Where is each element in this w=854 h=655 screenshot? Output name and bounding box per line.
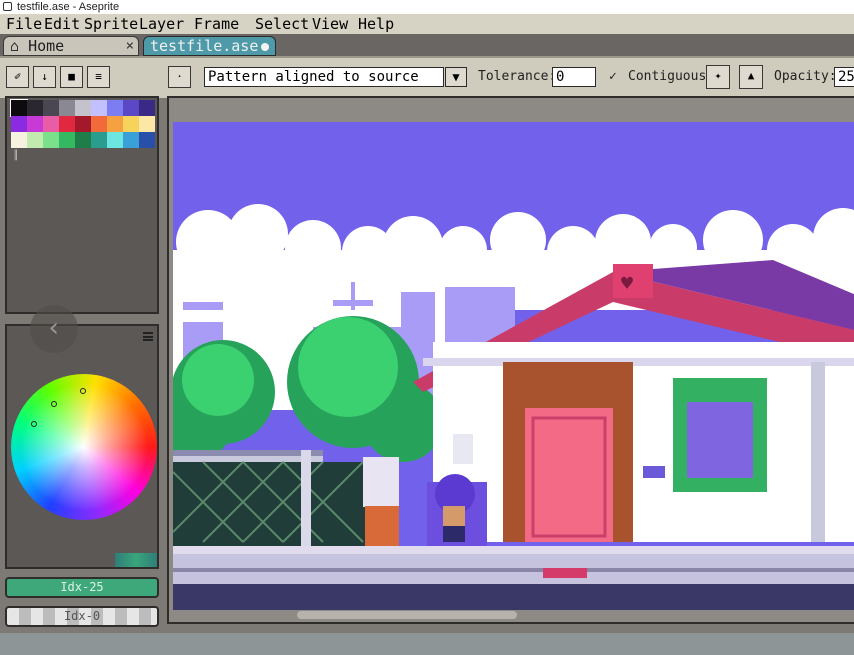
modified-dot-icon xyxy=(261,43,269,51)
palette-swatch[interactable] xyxy=(59,132,75,148)
palette-swatch[interactable] xyxy=(75,116,91,132)
foreground-color-button[interactable]: Idx-25 xyxy=(5,577,159,598)
pixel-art-illustration: ♥ xyxy=(173,122,854,610)
wheel-marker[interactable] xyxy=(51,401,57,407)
menu-select[interactable]: Select xyxy=(255,15,309,33)
chevron-down-icon[interactable]: ▼ xyxy=(445,67,467,87)
color-swatch-strip xyxy=(115,553,157,567)
svg-text:♥: ♥ xyxy=(621,271,633,295)
horizontal-scrollbar[interactable] xyxy=(297,611,517,619)
palette-swatch[interactable] xyxy=(123,116,139,132)
background-color-button[interactable]: Idx-0 xyxy=(5,606,159,627)
palette-swatch[interactable] xyxy=(123,100,139,116)
contiguous-label[interactable]: Contiguous xyxy=(628,69,706,85)
palette-swatch[interactable] xyxy=(139,100,155,116)
palette-swatch[interactable] xyxy=(107,132,123,148)
palette-swatch[interactable] xyxy=(27,100,43,116)
pencil-icon[interactable]: ✐ xyxy=(6,66,29,88)
title-bar: testfile.ase - Aseprite xyxy=(0,0,854,14)
palette-swatch[interactable] xyxy=(75,100,91,116)
palette-swatch[interactable] xyxy=(75,132,91,148)
ink-bottle-icon[interactable]: ▲ xyxy=(739,65,763,89)
menu-lines-icon[interactable]: ≡ xyxy=(87,66,110,88)
palette-panel: ║ xyxy=(5,96,159,314)
tolerance-input[interactable]: 0 xyxy=(552,67,596,87)
palette-swatch[interactable] xyxy=(107,100,123,116)
color-wheel[interactable] xyxy=(11,374,157,520)
palette-swatch[interactable] xyxy=(43,132,59,148)
sprite-canvas[interactable]: ♥ xyxy=(173,122,854,610)
wheel-marker[interactable] xyxy=(80,388,86,394)
tab-testfile[interactable]: testfile.ase xyxy=(143,36,276,56)
palette-swatch[interactable] xyxy=(43,116,59,132)
palette-swatch[interactable] xyxy=(11,116,27,132)
palette-swatch[interactable] xyxy=(91,100,107,116)
opacity-input[interactable]: 25 xyxy=(834,67,854,87)
status-strip xyxy=(0,633,854,655)
palette-grid xyxy=(10,99,155,148)
palette-swatch[interactable] xyxy=(139,116,155,132)
menu-sprite[interactable]: Sprite xyxy=(84,15,138,33)
context-bar: ✐ ↓ ■ ≡ · Pattern aligned to source ▼ To… xyxy=(0,56,854,98)
close-icon[interactable]: × xyxy=(126,37,134,55)
palette-swatch[interactable] xyxy=(123,132,139,148)
menu-bar: File Edit Sprite Layer Frame Select View… xyxy=(0,14,854,34)
palette-swatch[interactable] xyxy=(91,116,107,132)
menu-view[interactable]: View xyxy=(312,15,348,33)
sparkle-icon[interactable]: ✦ xyxy=(706,65,730,89)
wheel-marker[interactable] xyxy=(31,421,37,427)
opacity-label: Opacity: xyxy=(774,69,837,84)
palette-swatch[interactable] xyxy=(139,132,155,148)
palette-swatch[interactable] xyxy=(59,116,75,132)
tab-home[interactable]: ⌂ Home × xyxy=(3,36,139,56)
menu-file[interactable]: File xyxy=(6,15,42,33)
palette-swatch[interactable] xyxy=(27,132,43,148)
square-icon[interactable]: ■ xyxy=(60,66,83,88)
menu-help[interactable]: Help xyxy=(358,15,394,33)
menu-frame[interactable]: Frame xyxy=(194,15,239,33)
chevron-left-icon[interactable]: ‹ xyxy=(30,305,78,353)
palette-swatch[interactable] xyxy=(91,132,107,148)
app-icon xyxy=(3,2,12,11)
palette-swatch[interactable] xyxy=(43,100,59,116)
palette-swatch[interactable] xyxy=(10,99,28,117)
tolerance-label: Tolerance: xyxy=(478,69,557,84)
pattern-select[interactable]: Pattern aligned to source xyxy=(204,67,444,87)
brush-dot-icon[interactable]: · xyxy=(168,66,191,88)
hamburger-icon[interactable] xyxy=(143,332,153,341)
contiguous-check-icon[interactable]: ✓ xyxy=(609,69,617,85)
canvas-editor[interactable]: ♥ xyxy=(167,96,854,624)
palette-swatch[interactable] xyxy=(27,116,43,132)
palette-swatch[interactable] xyxy=(107,116,123,132)
home-icon: ⌂ xyxy=(10,37,20,55)
grip-icon[interactable]: ║ xyxy=(13,152,18,161)
menu-edit[interactable]: Edit xyxy=(44,15,80,33)
palette-swatch[interactable] xyxy=(11,132,27,148)
window-title: testfile.ase - Aseprite xyxy=(17,1,120,13)
tab-file-label: testfile.ase xyxy=(150,37,259,55)
arrow-down-icon[interactable]: ↓ xyxy=(33,66,56,88)
tab-home-label: Home xyxy=(28,37,65,55)
menu-layer[interactable]: Layer xyxy=(139,15,184,33)
tabs-bar: ⌂ Home × testfile.ase xyxy=(0,34,854,56)
palette-swatch[interactable] xyxy=(59,100,75,116)
color-selector-panel xyxy=(5,324,159,569)
